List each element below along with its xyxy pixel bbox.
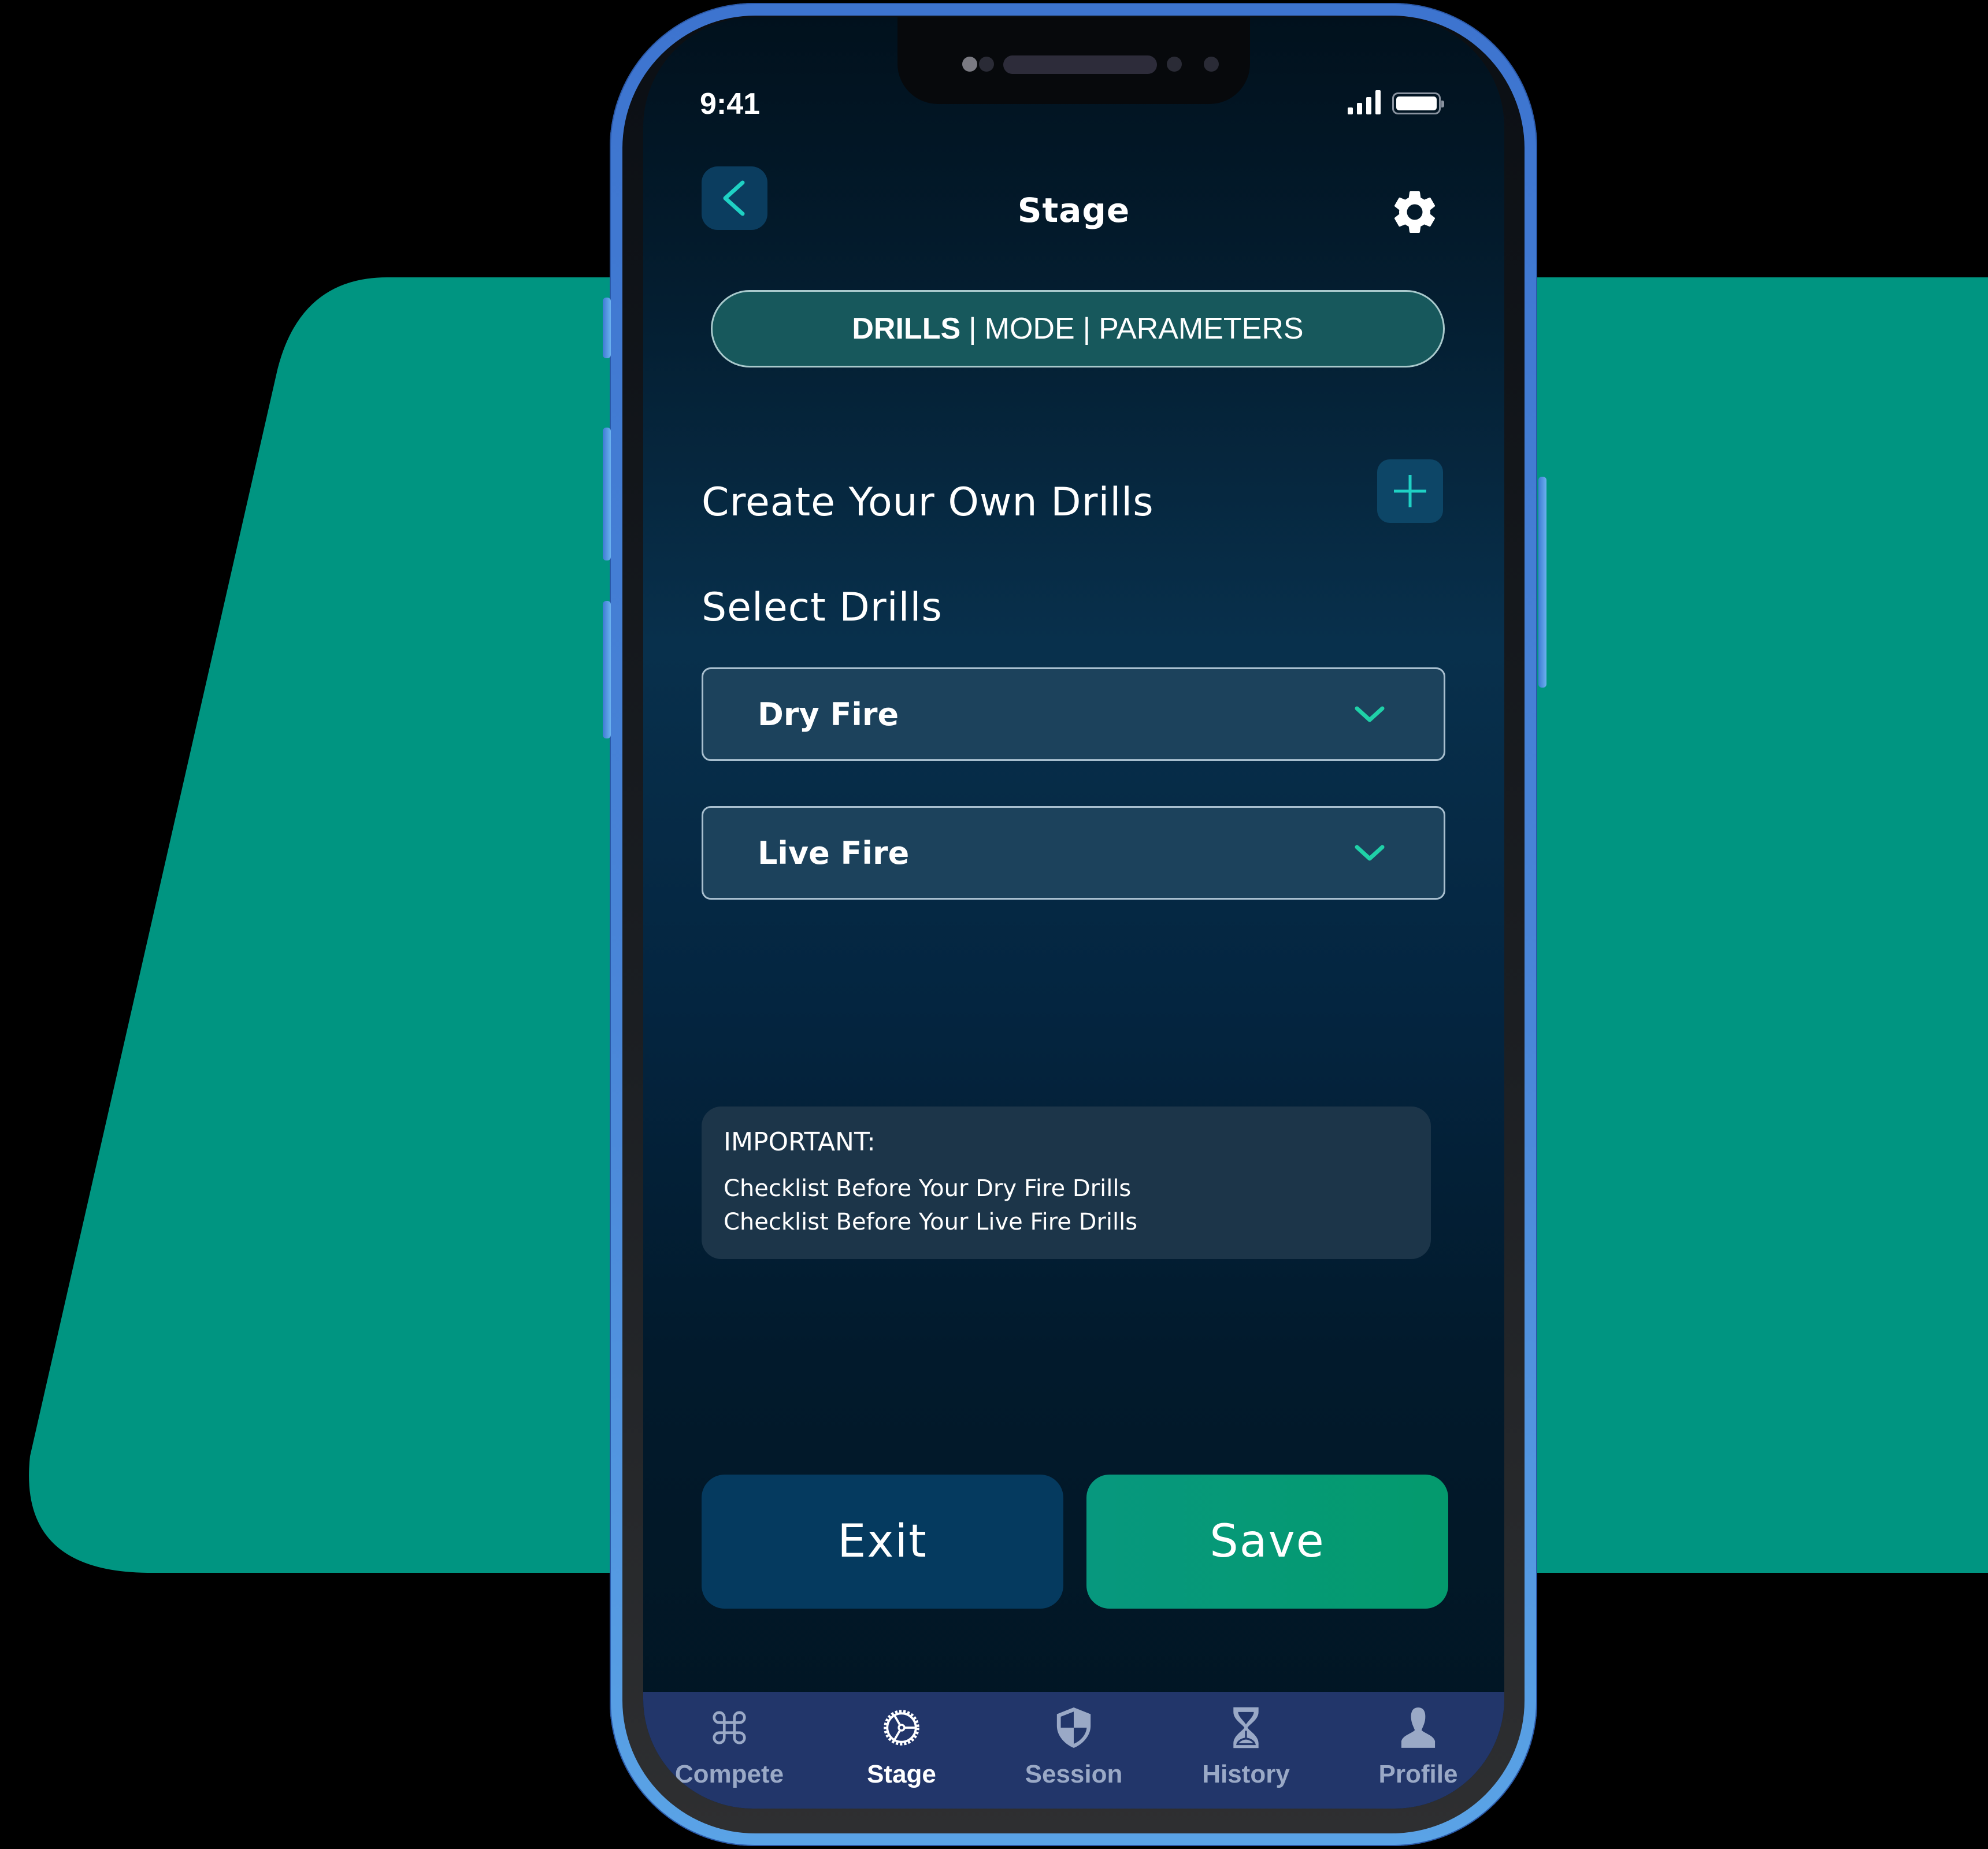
dropdown-label: Live Fire xyxy=(758,834,910,871)
bottom-tab-bar: Compete Stage Session History Profile xyxy=(643,1692,1504,1809)
plus-icon xyxy=(1394,475,1426,507)
add-drill-button[interactable] xyxy=(1377,459,1443,523)
app-screen: 9:41 Stage DRILLS | MODE | PARAMETERS Cr… xyxy=(643,17,1504,1809)
sensor xyxy=(979,57,994,72)
shield-icon xyxy=(1051,1705,1097,1751)
tab-separator: | xyxy=(1082,312,1091,346)
tab-label: History xyxy=(1202,1760,1290,1788)
earpiece-speaker xyxy=(1003,55,1157,74)
phone-volume-down xyxy=(603,601,611,738)
chevron-down-icon xyxy=(1355,845,1385,861)
command-icon xyxy=(706,1705,752,1751)
phone-power-button xyxy=(1538,477,1546,688)
tab-profile[interactable]: Profile xyxy=(1332,1692,1504,1809)
important-notice: IMPORTANT: Checklist Before Your Dry Fir… xyxy=(702,1107,1431,1259)
tab-session[interactable]: Session xyxy=(988,1692,1160,1809)
notch xyxy=(897,17,1250,104)
tab-drills[interactable]: DRILLS xyxy=(844,311,969,346)
dropdown-dry-fire[interactable]: Dry Fire xyxy=(702,667,1445,761)
gear-icon xyxy=(1394,191,1436,233)
tab-compete[interactable]: Compete xyxy=(643,1692,815,1809)
tab-label: Session xyxy=(1025,1760,1123,1788)
phone-side-button xyxy=(603,298,611,358)
dropdown-label: Dry Fire xyxy=(758,696,899,733)
signal-icon xyxy=(1348,90,1381,114)
page-title: Stage xyxy=(1017,191,1130,230)
phone-volume-up xyxy=(603,428,611,560)
select-drills-title: Select Drills xyxy=(702,585,943,630)
tab-stage[interactable]: Stage xyxy=(815,1692,988,1809)
notice-link-dry-fire-checklist[interactable]: Checklist Before Your Dry Fire Drills xyxy=(724,1172,1409,1205)
status-indicators xyxy=(1348,90,1444,114)
notice-link-live-fire-checklist[interactable]: Checklist Before Your Live Fire Drills xyxy=(724,1205,1409,1239)
tab-label: Compete xyxy=(674,1760,784,1788)
hourglass-icon xyxy=(1223,1705,1269,1751)
tab-history[interactable]: History xyxy=(1160,1692,1332,1809)
dropdown-live-fire[interactable]: Live Fire xyxy=(702,806,1445,900)
front-camera xyxy=(962,57,977,72)
section-tabs: DRILLS | MODE | PARAMETERS xyxy=(711,290,1445,367)
settings-button[interactable] xyxy=(1389,186,1441,238)
sensor xyxy=(1167,57,1182,72)
sensor xyxy=(1204,57,1219,72)
save-button[interactable]: Save xyxy=(1086,1475,1448,1609)
status-time: 9:41 xyxy=(700,87,761,121)
create-drills-title: Create Your Own Drills xyxy=(702,480,1154,525)
user-icon xyxy=(1395,1705,1441,1751)
chevron-down-icon xyxy=(1355,706,1385,722)
tab-separator: | xyxy=(969,312,977,346)
exit-button[interactable]: Exit xyxy=(702,1475,1063,1609)
battery-icon xyxy=(1392,92,1444,114)
gear-wheel-icon xyxy=(878,1705,925,1751)
tab-mode[interactable]: MODE xyxy=(977,311,1083,346)
notice-heading: IMPORTANT: xyxy=(724,1127,876,1157)
tab-label: Stage xyxy=(867,1760,936,1788)
tab-label: Profile xyxy=(1378,1760,1458,1788)
tab-parameters[interactable]: PARAMETERS xyxy=(1091,311,1311,346)
